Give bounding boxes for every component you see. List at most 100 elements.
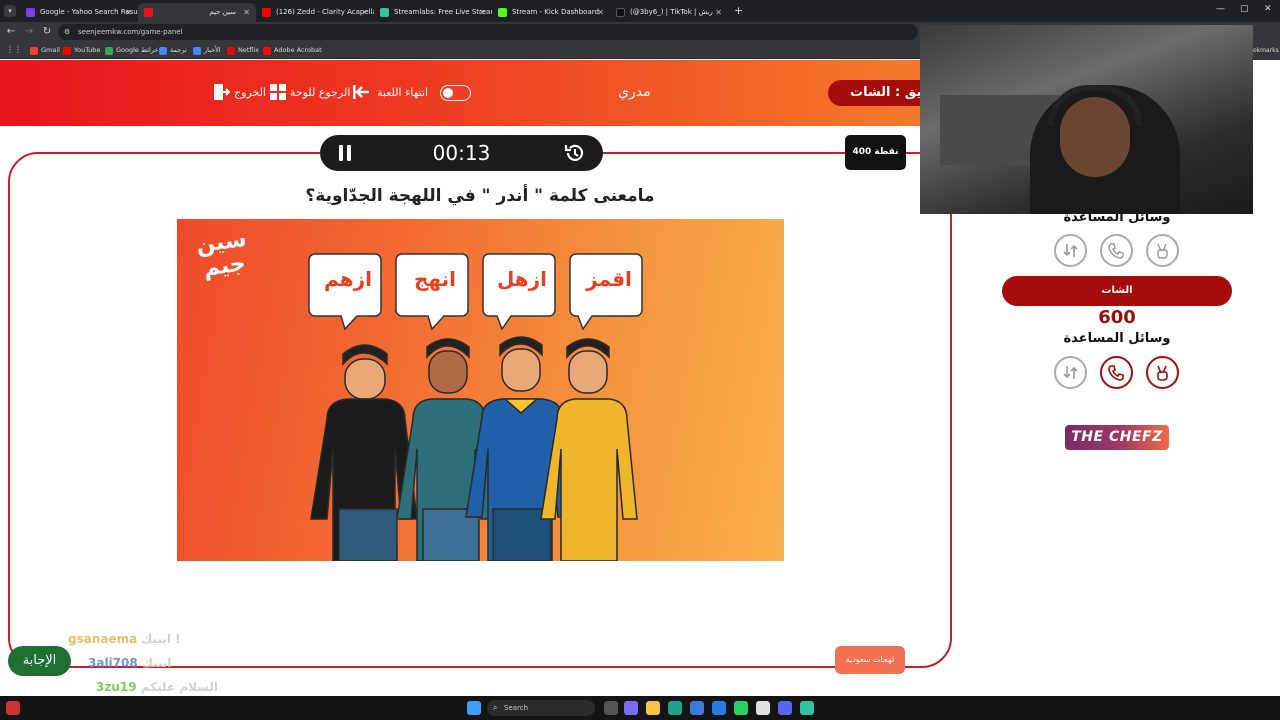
arrows-swap-icon [1063, 244, 1078, 257]
close-tab-icon[interactable]: ✕ [715, 3, 722, 22]
windows-start-icon[interactable] [467, 701, 481, 715]
url-input[interactable]: ⚙ seenjeemkw.com/game-panel [58, 24, 918, 40]
seenjeem-favicon-icon [144, 8, 153, 17]
chat-text: السلام عليكم [140, 680, 219, 694]
back-arrow-icon[interactable]: ← [4, 25, 18, 39]
end-game-arrow-icon [353, 85, 369, 99]
maximize-window-icon[interactable]: ▢ [1240, 4, 1249, 14]
game-header: الخروج الرجوع للوحة انتهاء اللعبة مدري ي… [0, 60, 928, 126]
streamlabs-icon[interactable] [800, 701, 814, 715]
site-info-icon[interactable]: ⚙ [64, 24, 70, 40]
question-text: مامعنى كلمة " أندر " في اللهجة الجدّاوية… [305, 186, 655, 206]
bookmark-adobe-acrobat[interactable]: Adobe Acrobat [263, 45, 322, 56]
copilot-icon[interactable] [624, 701, 638, 715]
webcam-feed [920, 25, 1253, 214]
news-icon [193, 47, 201, 55]
question-image: سين جيم ازهم انهج ازهل اقمز [177, 219, 784, 561]
streamlabs-favicon-icon [380, 8, 389, 17]
timer-value: 00:13 [432, 141, 491, 165]
browser-tab-streamlabs[interactable]: Streamlabs: Free Live Streaming... ✕ [374, 3, 492, 22]
close-tab-icon[interactable]: ✕ [597, 3, 604, 22]
chat-message: gsanaema ايبيك ! [68, 632, 181, 646]
youtube-favicon-icon [262, 8, 271, 17]
aid-call-friend[interactable] [1100, 356, 1133, 389]
aid-two-answers[interactable] [1146, 356, 1179, 389]
browser-tab-youtube[interactable]: (126) Zedd - Clarity Acapella C... ✕ [256, 3, 374, 22]
netflix-icon [227, 47, 235, 55]
close-window-icon[interactable]: ✕ [1264, 4, 1272, 14]
new-tab-button[interactable]: + [734, 4, 743, 17]
chat-username: 3ali708 [88, 656, 138, 670]
grid-dashboard-icon [270, 84, 286, 100]
chat-message: 3zu19 السلام عليكم [96, 680, 218, 694]
chat-text: ايبيك ! [141, 632, 181, 646]
taskbar-search[interactable]: ⌕ Search [487, 700, 595, 716]
answer-button[interactable]: الإجابة [8, 646, 71, 676]
end-game-button[interactable]: انتهاء اللعبة [377, 84, 428, 102]
browser-tab-kick[interactable]: Stream - Kick Dashboard ✕ [492, 3, 610, 22]
minimize-window-icon[interactable]: — [1216, 4, 1225, 14]
bookmark-netflix[interactable]: Netflix [227, 45, 259, 56]
team-name-pill: الشات [1002, 276, 1232, 306]
store-icon[interactable] [690, 701, 704, 715]
help-tools-label: وسائل المساعدة [1063, 331, 1171, 346]
chat-message: 3ali708 ايبيك [88, 656, 172, 670]
back-to-board-button[interactable]: الرجوع للوحة [290, 84, 350, 102]
chrome-icon[interactable] [756, 701, 770, 715]
browser-tab-seenjeem[interactable]: سين جيم ✕ [138, 3, 256, 22]
bookmark-translate[interactable]: ترجمة [159, 45, 187, 56]
mail-icon[interactable] [712, 701, 726, 715]
category-badge: لهجات سعودية [835, 646, 905, 674]
edge-icon[interactable] [668, 701, 682, 715]
people-illustration [310, 336, 638, 561]
apps-grid-icon[interactable]: ⋮⋮ [6, 45, 22, 54]
search-icon: ⌕ [493, 703, 498, 712]
close-tab-icon[interactable]: ✕ [361, 3, 368, 22]
windows-taskbar: ⌕ Search [0, 696, 1280, 720]
adobe-acrobat-icon [263, 47, 271, 55]
phone-icon [1108, 365, 1124, 381]
question-timer: 00:13 [320, 135, 603, 171]
close-tab-icon[interactable]: ✕ [243, 3, 250, 22]
discord-icon[interactable] [778, 701, 792, 715]
arrows-swap-icon [1063, 366, 1078, 379]
aid-call-friend[interactable] [1100, 234, 1133, 267]
points-badge: 400 نقطة [845, 135, 906, 170]
bookmark-youtube[interactable]: YouTube [63, 45, 100, 56]
peace-hand-icon [1157, 243, 1168, 259]
all-bookmarks-label[interactable]: okmarks [1253, 42, 1280, 60]
bookmark-google-maps[interactable]: Google خرائط [105, 45, 158, 56]
tiktok-favicon-icon [616, 8, 625, 17]
aid-two-answers[interactable] [1146, 234, 1179, 267]
toggle-knob [443, 88, 453, 98]
gmail-icon [30, 47, 38, 55]
reload-icon[interactable]: ↻ [40, 25, 54, 39]
google-maps-icon [105, 47, 113, 55]
exit-door-icon [214, 84, 230, 100]
file-explorer-icon[interactable] [646, 701, 660, 715]
chat-text: ايبيك [141, 656, 172, 670]
exit-button[interactable]: الخروج [234, 84, 266, 102]
aid-double-points[interactable] [1054, 234, 1087, 267]
tab-search-icon[interactable]: ▾ [4, 5, 16, 17]
weather-widget-icon[interactable] [6, 701, 20, 715]
team-score: 600 [1098, 307, 1136, 328]
close-tab-icon[interactable]: ✕ [479, 3, 486, 22]
chat-username: gsanaema [68, 632, 138, 646]
browser-tab-bar: ▾ Google - Yahoo Search Results ✕ سين جي… [0, 0, 1280, 22]
end-game-toggle[interactable] [440, 85, 471, 101]
close-tab-icon[interactable]: ✕ [125, 3, 132, 22]
youtube-icon [63, 47, 71, 55]
chat-username: 3zu19 [96, 680, 137, 694]
browser-tab-yahoo[interactable]: Google - Yahoo Search Results ✕ [20, 3, 138, 22]
task-view-icon[interactable] [604, 701, 618, 715]
aid-double-points[interactable] [1054, 356, 1087, 389]
bookmark-news[interactable]: الأخبار [193, 45, 221, 56]
whatsapp-icon[interactable] [734, 701, 748, 715]
reset-timer-icon[interactable] [563, 142, 585, 164]
forward-arrow-icon[interactable]: → [22, 25, 36, 39]
bookmark-gmail[interactable]: Gmail [30, 45, 60, 56]
browser-tab-tiktok[interactable]: (@3by6_) | TikTok | ريش ✕ [610, 3, 728, 22]
sponsor-logo: THE CHEFZ [1065, 425, 1169, 450]
kick-favicon-icon [498, 8, 507, 17]
